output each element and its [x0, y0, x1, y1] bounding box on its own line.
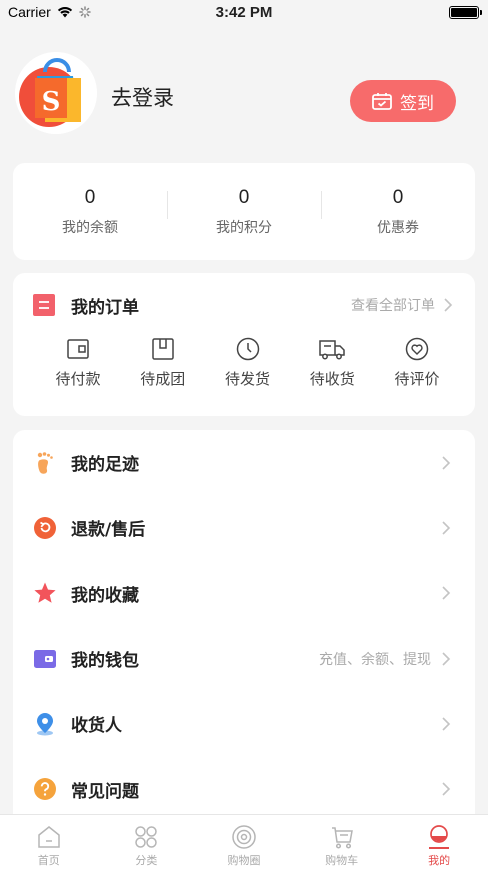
menu-item-consignee[interactable]: 收货人 [13, 691, 475, 756]
footprint-icon [37, 451, 53, 474]
coupon-stat[interactable]: 0 优惠券 [321, 187, 475, 237]
shop-logo-icon: S [15, 52, 97, 134]
order-pending-shipment[interactable]: 待发货 [213, 337, 283, 389]
checkin-button[interactable]: 签到 [350, 80, 456, 122]
orders-title: 我的订单 [71, 297, 139, 318]
box-icon [152, 338, 174, 360]
balance-stat[interactable]: 0 我的余额 [13, 187, 167, 237]
tab-bar: 首页 分类 购物圈 购物车 我的 [0, 814, 488, 874]
home-icon [38, 826, 60, 848]
tab-shopping-circle[interactable]: 购物圈 [195, 815, 293, 874]
orders-header[interactable]: 我的订单 查看全部订单 [13, 273, 475, 337]
tab-cart-label: 购物车 [325, 854, 359, 867]
chevron-right-icon [442, 717, 451, 731]
points-label: 我的积分 [216, 219, 272, 236]
clock-icon [236, 337, 259, 361]
profile-header: S 去登录 签到 [15, 52, 473, 136]
calendar-check-icon [372, 93, 392, 110]
checkin-label: 签到 [400, 93, 434, 114]
tab-category-label: 分类 [135, 854, 158, 867]
order-pending-receipt[interactable]: 待收货 [297, 337, 367, 389]
circle-icon [232, 825, 256, 849]
login-link[interactable]: 去登录 [111, 82, 174, 112]
order-pending-review[interactable]: 待评价 [382, 337, 452, 389]
chevron-right-icon [442, 521, 451, 535]
location-icon [37, 712, 53, 736]
order-pending-receipt-label: 待收货 [309, 370, 355, 388]
question-icon [34, 778, 56, 801]
points-value: 0 [238, 186, 250, 208]
wallet-icon [67, 339, 89, 359]
menu-item-wallet-label: 我的钱包 [71, 651, 139, 672]
balance-value: 0 [84, 186, 96, 208]
tab-home-label: 首页 [37, 854, 60, 867]
heart-icon [405, 337, 429, 361]
points-stat[interactable]: 0 我的积分 [167, 187, 321, 237]
menu-item-footprint[interactable]: 我的足迹 [13, 430, 475, 495]
menu-item-favorites[interactable]: 我的收藏 [13, 561, 475, 626]
battery-icon [449, 6, 482, 19]
order-pending-shipment-label: 待发货 [224, 370, 270, 388]
coupon-label: 优惠券 [377, 219, 419, 236]
avatar[interactable]: S [15, 52, 97, 134]
order-pending-payment-label: 待付款 [55, 370, 101, 388]
truck-icon [319, 340, 345, 360]
chevron-right-icon [444, 298, 453, 312]
order-pending-payment[interactable]: 待付款 [43, 337, 113, 389]
account-stats-card: 0 我的余额 0 我的积分 0 优惠券 [13, 163, 475, 260]
purse-icon [34, 649, 56, 668]
menu-item-faq-label: 常见问题 [71, 781, 139, 802]
cart-icon [331, 827, 353, 849]
order-pending-group[interactable]: 待成团 [128, 337, 198, 389]
menu-item-refund-label: 退款/售后 [71, 520, 146, 541]
order-list-icon [33, 294, 55, 316]
chevron-right-icon [442, 782, 451, 796]
wallet-subtitle: 充值、余额、提现 [319, 651, 431, 668]
menu-item-refund[interactable]: 退款/售后 [13, 495, 475, 560]
chevron-right-icon [442, 586, 451, 600]
chevron-right-icon [442, 456, 451, 470]
tab-cart[interactable]: 购物车 [293, 815, 391, 874]
coupon-value: 0 [392, 186, 404, 208]
grid-icon [135, 826, 158, 848]
chevron-right-icon [442, 651, 451, 666]
menu-item-favorites-label: 我的收藏 [71, 585, 139, 606]
tab-shopping-circle-label: 购物圈 [227, 854, 261, 867]
balance-label: 我的余额 [62, 219, 118, 236]
menu-item-wallet[interactable]: 我的钱包 充值、余额、提现 [13, 626, 475, 691]
orders-card: 我的订单 查看全部订单 待付款 待成团 待发货 待收货 待评价 [13, 273, 475, 416]
order-pending-group-label: 待成团 [140, 370, 186, 388]
status-time: 3:42 PM [215, 4, 273, 21]
menu-item-footprint-label: 我的足迹 [71, 455, 139, 476]
menu-card: 我的足迹 退款/售后 我的收藏 我的钱包 充值、余额、提现 收货人 常见问题 [13, 430, 475, 830]
tab-mine-label: 我的 [428, 854, 451, 867]
view-all-orders-link[interactable]: 查看全部订单 [351, 295, 453, 315]
tab-category[interactable]: 分类 [98, 815, 196, 874]
menu-item-faq[interactable]: 常见问题 [13, 756, 475, 821]
profile-icon [429, 825, 450, 849]
tab-home[interactable]: 首页 [0, 815, 98, 874]
order-pending-review-label: 待评价 [394, 370, 440, 388]
view-all-orders-label: 查看全部订单 [351, 298, 435, 314]
tab-mine[interactable]: 我的 [390, 815, 488, 874]
refund-icon [34, 516, 56, 539]
svg-text:S: S [42, 87, 61, 117]
star-icon [34, 582, 56, 603]
status-bar: Carrier 3:42 PM [0, 0, 488, 26]
menu-item-consignee-label: 收货人 [71, 716, 122, 737]
